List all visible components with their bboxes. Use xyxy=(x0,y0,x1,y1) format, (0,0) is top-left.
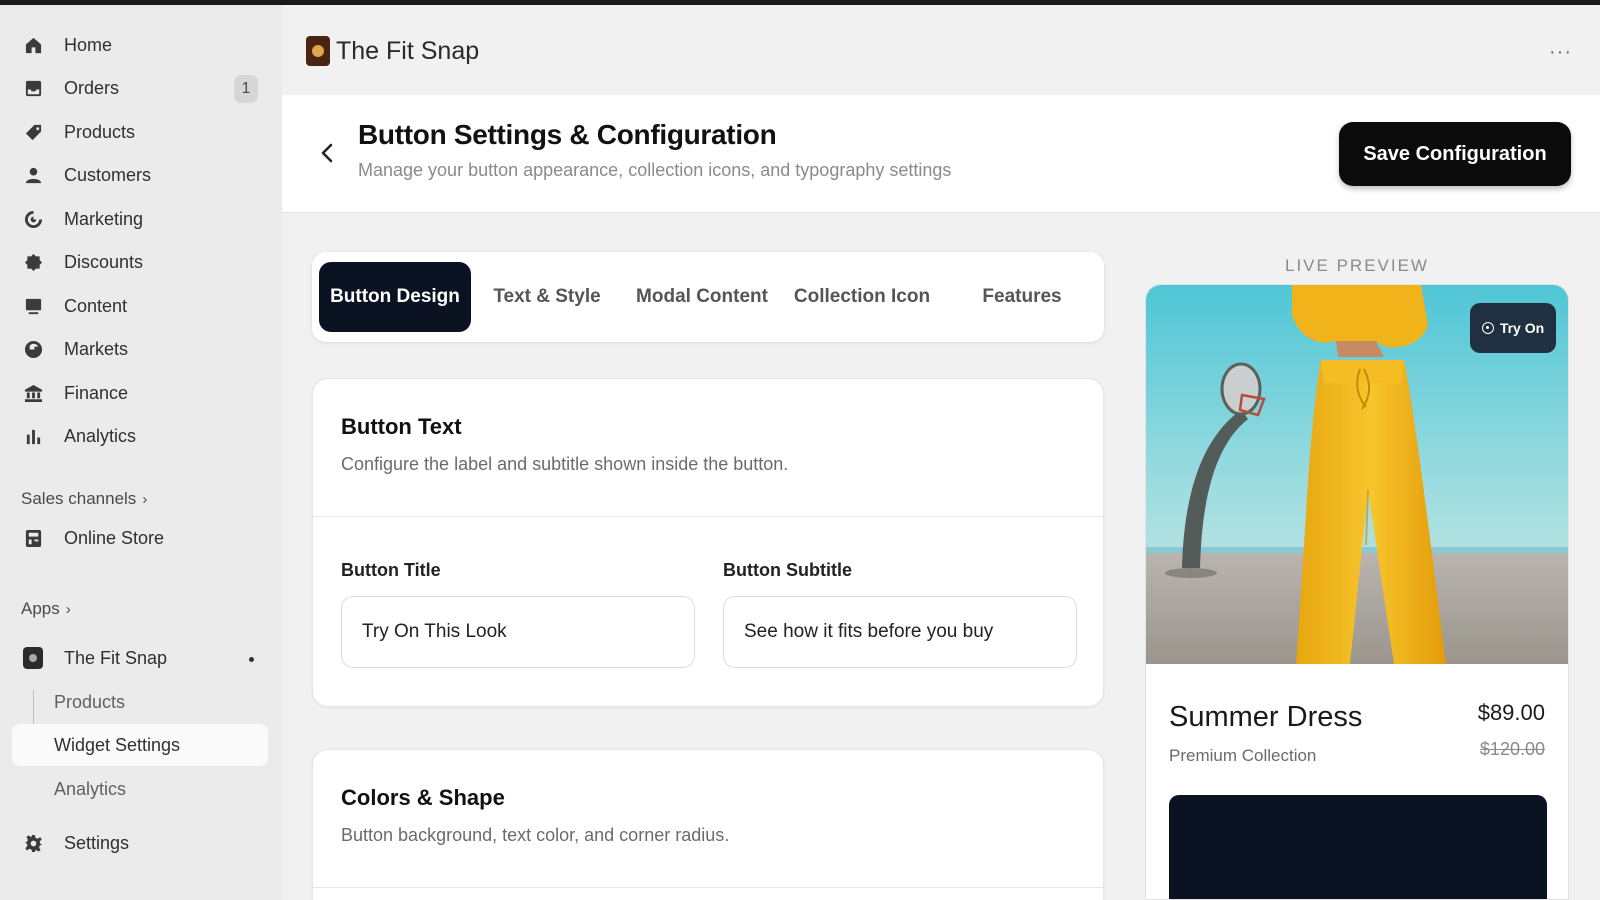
product-compare-price: $120.00 xyxy=(1479,739,1545,759)
card-description: Button background, text color, and corne… xyxy=(341,825,730,845)
apps-label: Apps xyxy=(21,599,60,618)
tab-button-design[interactable]: Button Design xyxy=(319,262,471,332)
sidebar-subitem-analytics[interactable]: Analytics xyxy=(12,768,268,810)
pin-dot-icon xyxy=(249,657,254,662)
app-logo-icon xyxy=(22,647,44,669)
home-icon xyxy=(22,34,44,56)
back-button[interactable] xyxy=(312,135,342,171)
sidebar-item-label: Customers xyxy=(64,164,152,185)
sidebar-item-label: Marketing xyxy=(64,208,144,229)
discount-icon xyxy=(22,251,44,273)
tab-features[interactable]: Features xyxy=(952,262,1092,332)
gear-icon xyxy=(22,832,44,854)
sidebar-item-label: Orders xyxy=(64,77,120,98)
tab-text-style[interactable]: Text & Style xyxy=(482,262,612,332)
store-icon xyxy=(22,527,44,549)
sidebar-subitem-products[interactable]: Products xyxy=(12,681,268,723)
orders-count-badge: 1 xyxy=(234,75,258,103)
settings-tabs: Button Design Text & Style Modal Content… xyxy=(312,252,1104,342)
person-icon xyxy=(22,164,44,186)
sidebar-item-label: Settings xyxy=(64,832,130,853)
sidebar-item-markets[interactable]: Markets xyxy=(12,329,268,369)
content-icon xyxy=(22,295,44,317)
sidebar-item-label: Analytics xyxy=(64,425,137,446)
sidebar-item-label: The Fit Snap xyxy=(64,647,168,668)
live-preview-card: Try On Summer Dress Premium Collection $… xyxy=(1145,284,1569,900)
sidebar-item-label: Markets xyxy=(64,338,129,359)
card-title: Button Text xyxy=(341,414,462,439)
sidebar-item-label: Widget Settings xyxy=(54,734,181,755)
page-subtitle: Manage your button appearance, collectio… xyxy=(358,160,952,180)
sidebar-item-marketing[interactable]: Marketing xyxy=(12,199,268,239)
app-title: The Fit Snap xyxy=(336,36,480,65)
bar-chart-icon xyxy=(22,425,44,447)
button-subtitle-input[interactable] xyxy=(723,596,1077,668)
button-subtitle-label: Button Subtitle xyxy=(723,560,852,580)
card-header: Button Text Configure the label and subt… xyxy=(313,379,1103,517)
sidebar-item-label: Finance xyxy=(64,382,129,403)
card-title: Colors & Shape xyxy=(341,785,505,810)
sidebar-item-content[interactable]: Content xyxy=(12,286,268,326)
app-brand: The Fit Snap xyxy=(306,36,479,66)
sidebar-item-products[interactable]: Products xyxy=(12,112,268,152)
button-text-card: Button Text Configure the label and subt… xyxy=(312,378,1104,707)
page-header: Button Settings & Configuration Manage y… xyxy=(282,95,1600,213)
sidebar-item-discounts[interactable]: Discounts xyxy=(12,242,268,282)
sidebar-item-analytics[interactable]: Analytics xyxy=(12,416,268,456)
card-description: Configure the label and subtitle shown i… xyxy=(341,454,789,474)
sidebar-item-settings[interactable]: Settings xyxy=(12,823,268,863)
sidebar-item-label: Products xyxy=(54,691,126,712)
colors-shape-card: Colors & Shape Button background, text c… xyxy=(312,749,1104,900)
live-preview-label: LIVE PREVIEW xyxy=(1285,256,1429,275)
product-name: Summer Dress xyxy=(1169,701,1363,733)
app-logo-icon xyxy=(306,36,330,66)
globe-icon xyxy=(22,338,44,360)
sidebar-item-orders[interactable]: Orders 1 xyxy=(12,68,268,108)
preview-try-on-button[interactable] xyxy=(1169,795,1547,899)
button-title-label: Button Title xyxy=(341,560,441,580)
product-collection: Premium Collection xyxy=(1169,746,1317,765)
sidebar-item-label: Discounts xyxy=(64,251,144,272)
product-price: $89.00 xyxy=(1477,700,1545,725)
product-image: Try On xyxy=(1146,285,1568,664)
orders-icon xyxy=(22,77,44,99)
sidebar-item-label: Home xyxy=(64,34,113,55)
tab-collection-icon[interactable]: Collection Icon xyxy=(787,262,937,332)
sidebar-item-label: Content xyxy=(64,295,128,316)
bank-icon xyxy=(22,382,44,404)
sidebar-subitem-widget-settings[interactable]: Widget Settings xyxy=(12,724,268,766)
save-configuration-button[interactable]: Save Configuration xyxy=(1339,122,1571,186)
sidebar-item-customers[interactable]: Customers xyxy=(12,155,268,195)
target-icon xyxy=(22,208,44,230)
sidebar-item-label: Products xyxy=(64,121,136,142)
chevron-right-icon: › xyxy=(142,490,148,508)
sidebar-item-label: Analytics xyxy=(54,778,127,799)
eye-icon xyxy=(1481,322,1494,334)
sidebar: Home Orders 1 Products Customers Marketi… xyxy=(0,5,282,900)
apps-header[interactable]: Apps › xyxy=(21,599,71,619)
tag-icon xyxy=(22,121,44,143)
app-topbar: The Fit Snap ··· xyxy=(282,5,1600,95)
more-actions-icon[interactable]: ··· xyxy=(1549,41,1572,64)
chevron-right-icon: › xyxy=(65,600,71,618)
try-on-button[interactable]: Try On xyxy=(1470,303,1556,353)
button-title-input[interactable] xyxy=(341,596,695,668)
sales-channels-header[interactable]: Sales channels › xyxy=(21,489,147,509)
sidebar-item-online-store[interactable]: Online Store xyxy=(12,518,268,558)
chevron-left-icon xyxy=(321,143,333,163)
page-title: Button Settings & Configuration xyxy=(358,119,777,150)
sidebar-item-the-fit-snap[interactable]: The Fit Snap xyxy=(12,638,268,678)
sales-channels-label: Sales channels xyxy=(21,489,137,508)
sidebar-item-home[interactable]: Home xyxy=(12,25,268,65)
card-header: Colors & Shape Button background, text c… xyxy=(313,750,1103,888)
tab-modal-content[interactable]: Modal Content xyxy=(627,262,777,332)
sidebar-item-finance[interactable]: Finance xyxy=(12,373,268,413)
try-on-label: Try On xyxy=(1499,320,1545,336)
sidebar-item-label: Online Store xyxy=(64,527,165,548)
